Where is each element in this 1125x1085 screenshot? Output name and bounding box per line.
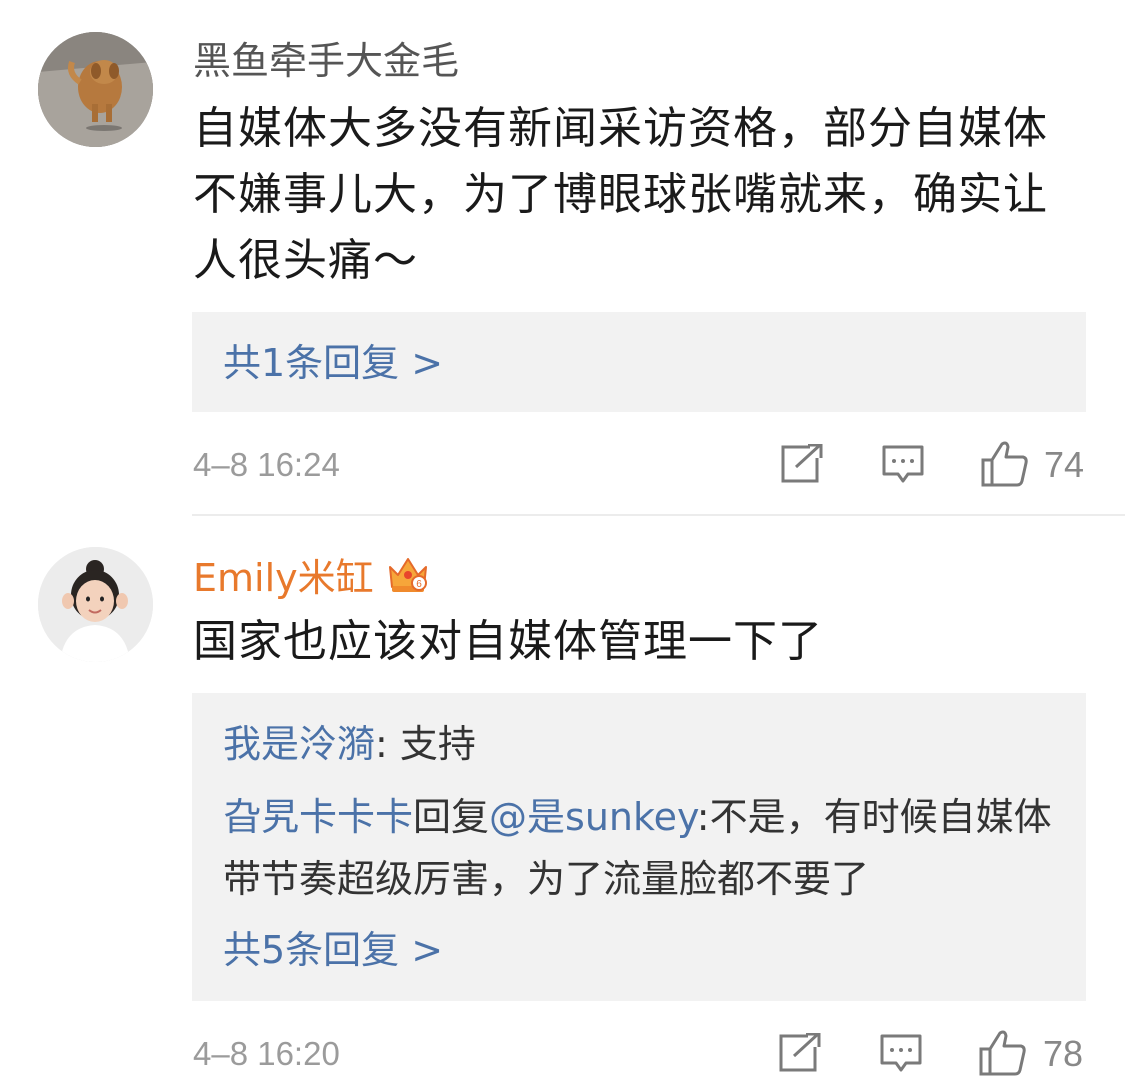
reply-separator: : [375,722,400,766]
reply-author[interactable]: 我是泠漪 [223,722,375,766]
comment-text: 国家也应该对自媒体管理一下了 [193,616,823,667]
like-count: 74 [1044,444,1085,485]
reply-verb: 回复 [413,795,490,839]
timestamp: 4–8 16:24 [193,446,340,483]
reply-box[interactable]: 共1条回复 > [192,312,1086,412]
crown-badge-icon[interactable]: 6 [386,553,430,597]
comment-icon[interactable] [882,444,924,486]
comment-item: 黑鱼牵手大金毛 自媒体大多没有新闻采访资格，部分自媒体不嫌事儿大，为了博眼球张嘴… [0,0,1125,516]
comment-text: 自媒体大多没有新闻采访资格，部分自媒体不嫌事儿大，为了博眼球张嘴就来，确实让人很… [193,103,1048,286]
reply-box[interactable]: 我是泠漪: 支持 旮旯卡卡卡回复@是sunkey:不是，有时候自媒体带节奏超级厉… [192,693,1086,1001]
user-avatar[interactable] [38,547,153,662]
like-count: 78 [1043,1033,1084,1074]
share-icon[interactable] [778,1033,822,1073]
view-replies-link[interactable]: 共5条回复 > [223,928,443,972]
username[interactable]: Emily米缸 6 [193,553,430,601]
comment-icon[interactable] [880,1033,922,1075]
view-replies-link[interactable]: 共1条回复 > [223,341,443,385]
comment-item: Emily米缸 6 国家也应该对自媒体管理一下了 我是泠漪: 支持 旮旯卡卡卡回… [0,515,1125,1085]
reply-line[interactable]: 我是泠漪: 支持 [223,713,1063,775]
reply-separator: : [696,795,710,839]
girl-avatar-icon [38,547,153,662]
reply-line[interactable]: 旮旯卡卡卡回复@是sunkey:不是，有时候自媒体带节奏超级厉害，为了流量脸都不… [223,786,1063,910]
svg-text:6: 6 [416,579,422,590]
reply-author[interactable]: 旮旯卡卡卡 [223,795,413,839]
username-text[interactable]: 黑鱼牵手大金毛 [193,39,459,83]
like-icon[interactable] [978,1029,1028,1077]
share-icon[interactable] [780,444,824,484]
user-avatar[interactable] [38,32,153,147]
username-text[interactable]: Emily米缸 [193,556,374,600]
username[interactable]: 黑鱼牵手大金毛 [193,38,459,84]
timestamp: 4–8 16:20 [193,1035,340,1072]
reply-summary-line[interactable]: 共5条回复 > [223,919,1063,981]
dog-avatar-icon [38,32,153,147]
reply-summary-line[interactable]: 共1条回复 > [223,332,1063,394]
like-icon[interactable] [980,440,1030,488]
reply-mention[interactable]: @是sunkey [489,795,697,839]
reply-text: 支持 [399,722,476,766]
